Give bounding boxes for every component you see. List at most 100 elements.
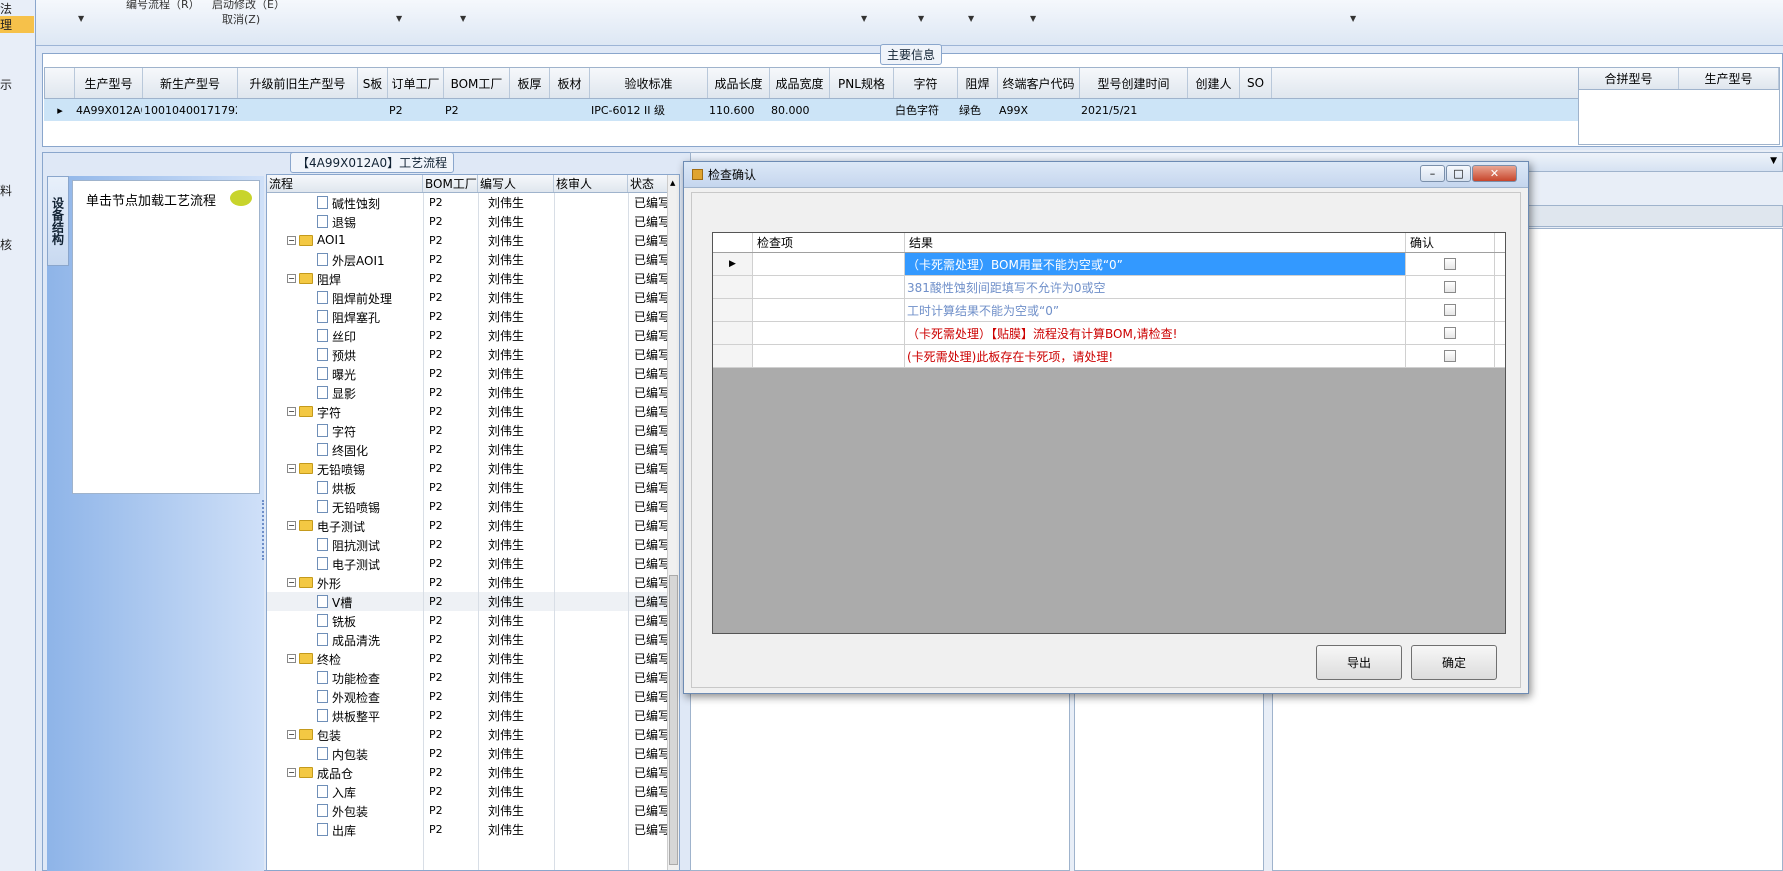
tree-node[interactable]: − 阻焊	[267, 269, 427, 288]
tree-scrollbar[interactable]: ▲	[667, 175, 679, 870]
main-cell[interactable]: 绿色	[957, 99, 997, 121]
main-col-header[interactable]: 型号创建时间	[1080, 68, 1188, 98]
minimize-button[interactable]: –	[1420, 165, 1445, 182]
tree-node[interactable]: 曝光	[267, 364, 427, 383]
tree-node[interactable]: − AOI1	[267, 231, 427, 250]
result-cell[interactable]: （卡死需处理）BOM用量不能为空或“0”	[905, 253, 1406, 275]
tree-row[interactable]: 曝光 P2 刘伟生 已编写	[267, 364, 679, 383]
tree-row[interactable]: − 电子测试 P2 刘伟生 已编写	[267, 516, 679, 535]
main-cell[interactable]: 110.600	[707, 99, 769, 121]
tree-row[interactable]: 阻焊前处理 P2 刘伟生 已编写	[267, 288, 679, 307]
tree-node[interactable]: 外观检查	[267, 687, 427, 706]
tree-row[interactable]: 阻焊塞孔 P2 刘伟生 已编写	[267, 307, 679, 326]
ok-button[interactable]: 确定	[1411, 645, 1497, 680]
tree-node[interactable]: 阻焊前处理	[267, 288, 427, 307]
check-item-cell[interactable]	[753, 345, 905, 367]
collapse-icon[interactable]: −	[287, 730, 296, 739]
main-cell[interactable]	[1187, 99, 1239, 121]
tree-node[interactable]: 入库	[267, 782, 427, 801]
main-cell[interactable]: A99X	[997, 99, 1079, 121]
tree-row[interactable]: − 外形 P2 刘伟生 已编写	[267, 573, 679, 592]
confirm-cell[interactable]	[1406, 345, 1495, 367]
left-item-3[interactable]: 料	[0, 182, 34, 199]
tree-node[interactable]: 无铅喷锡	[267, 497, 427, 516]
main-col-header[interactable]: BOM工厂	[444, 68, 510, 98]
left-item-4[interactable]: 核	[0, 236, 34, 253]
main-col-header[interactable]: 成品长度	[708, 68, 770, 98]
main-cell[interactable]: 10010400171792	[142, 99, 237, 121]
main-col-header[interactable]: 字符	[894, 68, 958, 98]
confirm-checkbox[interactable]	[1444, 327, 1456, 339]
main-col-header[interactable]: 成品宽度	[770, 68, 830, 98]
main-cell[interactable]	[549, 99, 589, 121]
tree-node[interactable]: − 终检	[267, 649, 427, 668]
tree-node[interactable]: 阻抗测试	[267, 535, 427, 554]
tree-node[interactable]: 内包装	[267, 744, 427, 763]
chevron-down-icon[interactable]: ▼	[78, 14, 84, 23]
collapse-icon[interactable]: −	[287, 578, 296, 587]
main-col-header[interactable]: SO	[1240, 68, 1272, 98]
main-col-header[interactable]: PNL规格	[830, 68, 894, 98]
collapse-icon[interactable]: −	[287, 236, 296, 245]
left-item-2[interactable]: 示	[0, 76, 34, 93]
tree-row[interactable]: 烘板整平 P2 刘伟生 已编写	[267, 706, 679, 725]
tree-node[interactable]: − 外形	[267, 573, 427, 592]
main-col-header[interactable]: 板材	[550, 68, 590, 98]
tree-row[interactable]: 电子测试 P2 刘伟生 已编写	[267, 554, 679, 573]
tree-row[interactable]: 外观检查 P2 刘伟生 已编写	[267, 687, 679, 706]
collapse-icon[interactable]: −	[287, 521, 296, 530]
collapse-icon[interactable]: −	[287, 274, 296, 283]
tree-row[interactable]: − 字符 P2 刘伟生 已编写	[267, 402, 679, 421]
tree-node[interactable]: 外包装	[267, 801, 427, 820]
tree-row[interactable]: 外层AOI1 P2 刘伟生 已编写	[267, 250, 679, 269]
tree-node[interactable]: − 电子测试	[267, 516, 427, 535]
main-cell[interactable]: P2	[443, 99, 509, 121]
chevron-down-icon[interactable]: ▼	[1770, 156, 1777, 166]
main-cell[interactable]: 80.000	[769, 99, 829, 121]
main-col-header[interactable]: 阻焊	[958, 68, 998, 98]
main-col-header[interactable]: 生产型号	[75, 68, 143, 98]
confirm-checkbox[interactable]	[1444, 281, 1456, 293]
tree-node[interactable]: − 字符	[267, 402, 427, 421]
tree-row[interactable]: 内包装 P2 刘伟生 已编写	[267, 744, 679, 763]
collapse-icon[interactable]: −	[287, 407, 296, 416]
confirm-cell[interactable]	[1406, 322, 1495, 344]
main-cell[interactable]: 2021/5/21	[1079, 99, 1187, 121]
tree-row[interactable]: 显影 P2 刘伟生 已编写	[267, 383, 679, 402]
left-item-1[interactable]: 理	[0, 16, 34, 33]
chevron-down-icon[interactable]: ▼	[1350, 14, 1356, 23]
tree-row[interactable]: 出库 P2 刘伟生 已编写	[267, 820, 679, 839]
row-selector[interactable]: ▶	[713, 253, 753, 275]
tree-row[interactable]: − AOI1 P2 刘伟生 已编写	[267, 231, 679, 250]
tree-node[interactable]: 阻焊塞孔	[267, 307, 427, 326]
tree-node[interactable]: − 成品仓	[267, 763, 427, 782]
tree-row[interactable]: 功能检查 P2 刘伟生 已编写	[267, 668, 679, 687]
row-selector[interactable]	[713, 322, 753, 344]
collapse-icon[interactable]: −	[287, 768, 296, 777]
tree-node[interactable]: 外层AOI1	[267, 250, 427, 269]
main-col-header[interactable]: S板	[358, 68, 388, 98]
result-cell[interactable]: （卡死需处理）【贴膜】流程没有计算BOM,请检查!	[905, 322, 1406, 344]
main-col-header[interactable]: 新生产型号	[143, 68, 238, 98]
confirm-cell[interactable]	[1406, 253, 1495, 275]
tree-row[interactable]: − 成品仓 P2 刘伟生 已编写	[267, 763, 679, 782]
tree-node[interactable]: 终固化	[267, 440, 427, 459]
check-item-cell[interactable]	[753, 276, 905, 298]
check-row[interactable]: ▶ （卡死需处理）BOM用量不能为空或“0”	[713, 253, 1505, 276]
tree-node[interactable]: 功能检查	[267, 668, 427, 687]
tree-row[interactable]: 成品清洗 P2 刘伟生 已编写	[267, 630, 679, 649]
chevron-down-icon[interactable]: ▼	[1030, 14, 1036, 23]
dialog-titlebar[interactable]: 检查确认	[684, 162, 1528, 188]
tree-row[interactable]: 终固化 P2 刘伟生 已编写	[267, 440, 679, 459]
tree-node[interactable]: 退锡	[267, 212, 427, 231]
confirm-checkbox[interactable]	[1444, 304, 1456, 316]
scroll-thumb[interactable]	[669, 575, 678, 865]
tree-row[interactable]: 外包装 P2 刘伟生 已编写	[267, 801, 679, 820]
tree-col-header[interactable]: 状态	[628, 175, 668, 192]
tree-col-header[interactable]: 核审人	[554, 175, 628, 192]
row-selector[interactable]	[713, 345, 753, 367]
export-button[interactable]: 导出	[1316, 645, 1402, 680]
main-cell[interactable]	[509, 99, 549, 121]
check-row[interactable]: 工时计算结果不能为空或“0”	[713, 299, 1505, 322]
tree-row[interactable]: 铣板 P2 刘伟生 已编写	[267, 611, 679, 630]
